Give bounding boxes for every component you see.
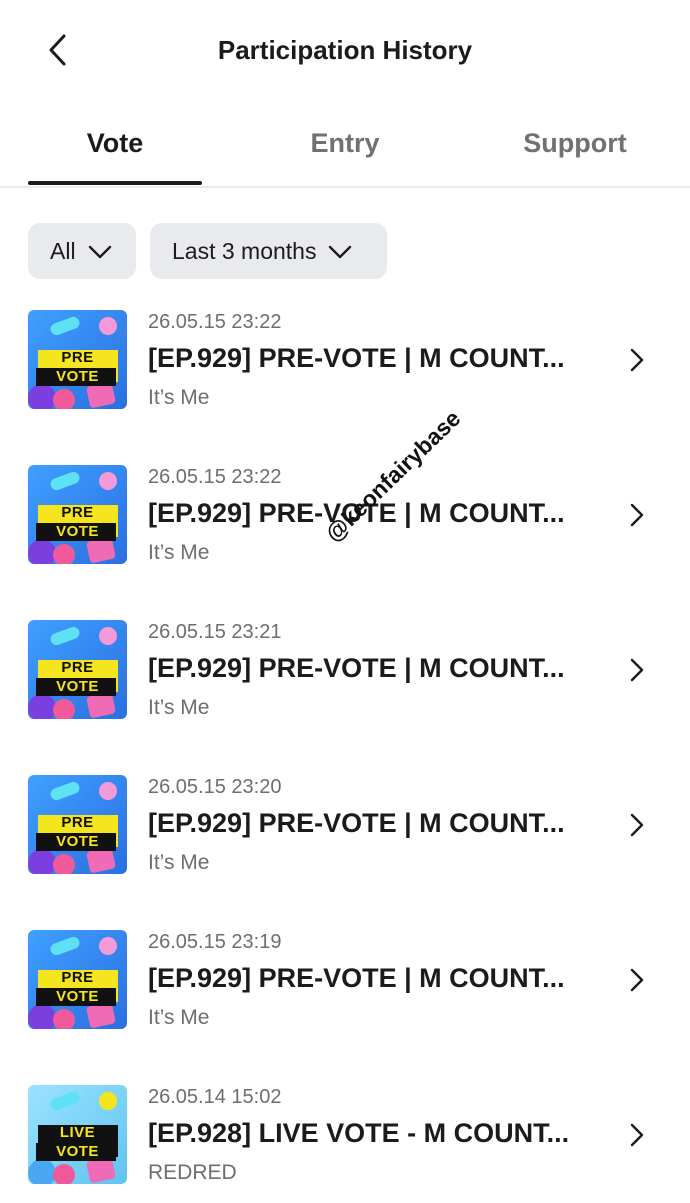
thumbnail-line2: VOTE	[56, 988, 99, 1005]
item-date: 26.05.15 23:20	[148, 776, 282, 798]
tab-vote[interactable]: Vote	[0, 110, 230, 186]
thumbnail-line2: VOTE	[56, 368, 99, 385]
category-filter-label: All	[50, 237, 76, 264]
period-filter-dropdown[interactable]: Last 3 months	[150, 223, 387, 279]
chevron-down-icon	[329, 245, 352, 259]
chevron-right-icon	[630, 503, 644, 527]
page-title: Participation History	[217, 35, 473, 65]
list-item[interactable]: PRE VOTE 26.05.15 23:20 [EP.929] PRE-VOT…	[0, 763, 690, 893]
item-date: 26.05.15 23:21	[148, 621, 282, 643]
vote-thumbnail: LIVE VOTE	[28, 1085, 127, 1184]
item-date: 26.05.15 23:22	[148, 466, 282, 488]
item-subtitle: It’s Me	[148, 696, 210, 719]
vote-thumbnail: PRE VOTE	[28, 465, 127, 564]
category-filter-dropdown[interactable]: All	[28, 223, 136, 279]
vote-thumbnail: PRE VOTE	[28, 930, 127, 1029]
list-item[interactable]: PRE VOTE 26.05.15 23:22 [EP.929] PRE-VOT…	[0, 298, 690, 428]
list-item[interactable]: PRE VOTE 26.05.15 23:21 [EP.929] PRE-VOT…	[0, 608, 690, 738]
item-date: 26.05.14 15:02	[148, 1086, 282, 1108]
thumbnail-line2: VOTE	[56, 523, 99, 540]
item-title: [EP.928] LIVE VOTE - M COUNT...	[148, 1118, 570, 1148]
chevron-right-icon	[630, 348, 644, 372]
thumbnail-line1: PRE	[61, 814, 94, 831]
item-date: 26.05.15 23:19	[148, 931, 282, 953]
chevron-right-icon	[630, 968, 644, 992]
item-title: [EP.929] PRE-VOTE | M COUNT...	[148, 808, 565, 838]
thumbnail-line1: PRE	[61, 504, 94, 521]
item-title: [EP.929] PRE-VOTE | M COUNT...	[148, 653, 565, 683]
thumbnail-line2: VOTE	[56, 833, 99, 850]
thumbnail-line1: PRE	[61, 349, 94, 366]
item-title: [EP.929] PRE-VOTE | M COUNT...	[148, 963, 565, 993]
item-subtitle: It’s Me	[148, 851, 210, 874]
item-subtitle: It’s Me	[148, 1006, 210, 1029]
thumbnail-line1: PRE	[61, 969, 94, 986]
chevron-right-icon	[630, 813, 644, 837]
vote-thumbnail: PRE VOTE	[28, 620, 127, 719]
active-tab-indicator	[28, 181, 202, 185]
vote-thumbnail: PRE VOTE	[28, 310, 127, 409]
item-date: 26.05.15 23:22	[148, 311, 282, 333]
thumbnail-line2: VOTE	[56, 678, 99, 695]
header: Participation History	[0, 0, 690, 100]
vote-thumbnail: PRE VOTE	[28, 775, 127, 874]
chevron-right-icon	[630, 658, 644, 682]
thumbnail-line1: PRE	[61, 659, 94, 676]
list-item[interactable]: LIVE VOTE 26.05.14 15:02 [EP.928] LIVE V…	[0, 1073, 690, 1203]
item-subtitle: It’s Me	[148, 386, 210, 409]
chevron-right-icon	[630, 1123, 644, 1147]
item-title: [EP.929] PRE-VOTE | M COUNT...	[148, 343, 565, 373]
item-subtitle: REDRED	[148, 1161, 237, 1184]
tab-bar: Vote Entry Support	[0, 110, 690, 188]
chevron-down-icon	[88, 245, 111, 259]
thumbnail-line2: VOTE	[56, 1143, 99, 1160]
period-filter-label: Last 3 months	[172, 237, 317, 264]
list-item[interactable]: PRE VOTE 26.05.15 23:19 [EP.929] PRE-VOT…	[0, 918, 690, 1048]
tab-support[interactable]: Support	[460, 110, 690, 186]
item-subtitle: It’s Me	[148, 541, 210, 564]
thumbnail-line1: LIVE	[59, 1124, 96, 1141]
tab-entry[interactable]: Entry	[230, 110, 460, 186]
